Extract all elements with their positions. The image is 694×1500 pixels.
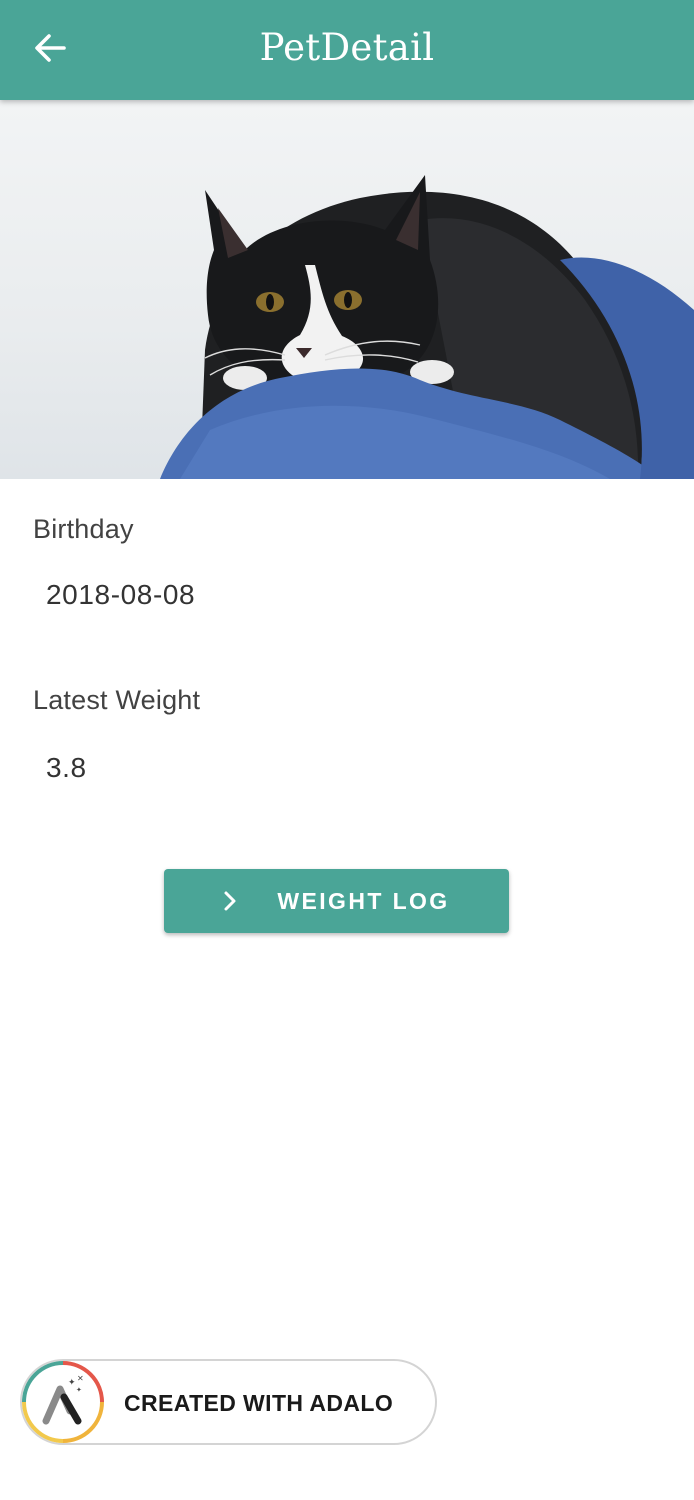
pet-photo (0, 100, 694, 479)
weight-log-button[interactable]: WEIGHT LOG (164, 869, 509, 933)
weight-log-label: WEIGHT LOG (277, 887, 450, 914)
app-header: PetDetail (0, 0, 694, 100)
chevron-right-icon (223, 890, 237, 912)
page-title: PetDetail (259, 26, 435, 69)
svg-text:✕: ✕ (77, 1374, 84, 1383)
created-with-adalo-label: CREATED WITH ADALO (124, 1390, 394, 1416)
latest-weight-label: Latest Weight (33, 685, 201, 715)
birthday-value: 2018-08-08 (46, 579, 196, 610)
latest-weight-value: 3.8 (46, 752, 87, 783)
created-with-adalo-badge[interactable]: ✦ ✕ ✦ CREATED WITH ADALO (20, 1359, 437, 1445)
svg-text:✦: ✦ (68, 1378, 76, 1388)
birthday-label: Birthday (33, 514, 134, 544)
adalo-logo-icon: ✦ ✕ ✦ (20, 1359, 106, 1445)
svg-text:✦: ✦ (76, 1386, 82, 1394)
